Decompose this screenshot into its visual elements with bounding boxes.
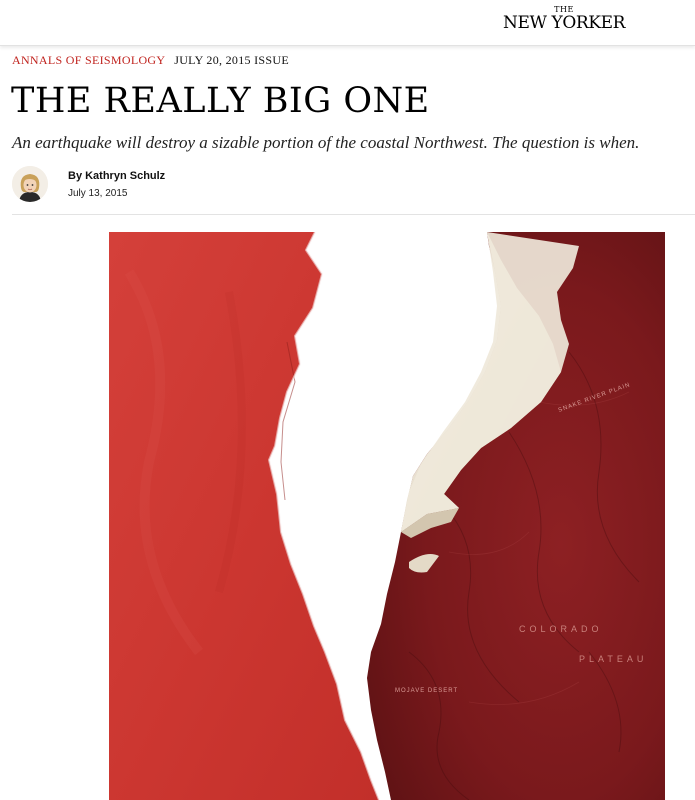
torn-map-svg: SNAKE RIVER PLAIN MOJAVE DESERT COLORADO… bbox=[109, 231, 665, 800]
dek: An earthquake will destroy a sizable por… bbox=[12, 133, 640, 152]
map-label-colorado: COLORADO bbox=[519, 624, 603, 634]
logo-name: NEW YORKER bbox=[502, 13, 625, 33]
header-divider bbox=[12, 214, 695, 215]
map-label-plateau: PLATEAU bbox=[579, 654, 647, 664]
masthead: THE NEW YORKER bbox=[0, 0, 695, 46]
issue-link[interactable]: July 20, 2015 Issue bbox=[174, 53, 289, 67]
rubric-row: Annals of Seismology July 20, 2015 Issue bbox=[12, 53, 289, 68]
author-avatar[interactable] bbox=[12, 166, 48, 202]
torn-map-illustration: SNAKE RIVER PLAIN MOJAVE DESERT COLORADO… bbox=[109, 231, 665, 800]
new-yorker-logo[interactable]: THE NEW YORKER bbox=[503, 6, 625, 32]
author-byline[interactable]: By Kathryn Schulz bbox=[68, 170, 165, 182]
headline: THE REALLY BIG ONE bbox=[11, 81, 430, 121]
avatar-illustration bbox=[12, 166, 48, 202]
rubric-link[interactable]: Annals of Seismology bbox=[12, 53, 165, 67]
map-label-mojave: MOJAVE DESERT bbox=[395, 688, 458, 694]
publish-date: July 13, 2015 bbox=[68, 188, 128, 199]
